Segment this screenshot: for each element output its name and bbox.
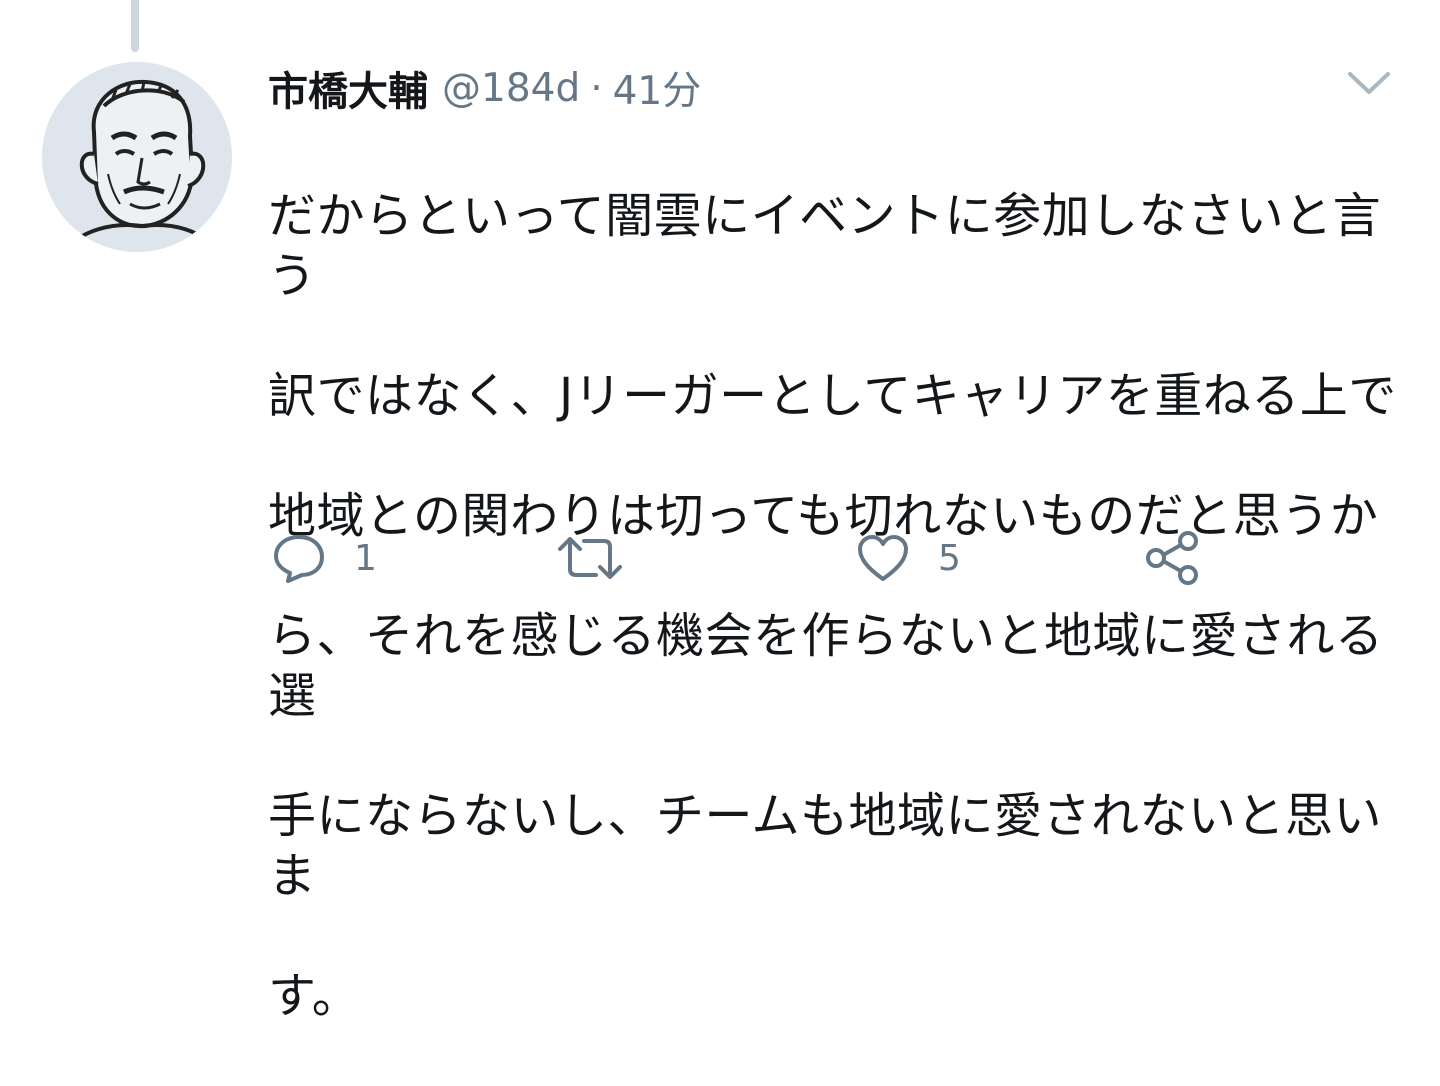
- reply-count: 1: [354, 537, 377, 579]
- tweet-actions-bar: 1 5: [272, 528, 1232, 588]
- tweet-text-line: 手にならないし、チームも地域に愛されないと思いま: [268, 788, 1383, 904]
- tweet-text: だからといって闇雲にイベントに参加しなさいと言う 訳ではなく、Jリーガーとしてキ…: [268, 126, 1408, 1086]
- retweet-icon: [558, 537, 622, 579]
- header-separator: ·: [590, 65, 603, 111]
- author-display-name[interactable]: 市橋大輔: [268, 59, 428, 117]
- thread-connector-line: [131, 0, 139, 52]
- tweet-header: 市橋大輔 @184d · 41分: [268, 58, 701, 118]
- tweet-text-line: ら、それを感じる機会を作らないと地域に愛される選: [268, 608, 1384, 724]
- avatar-sketch-image: [42, 62, 232, 252]
- tweet-text-line: 訳ではなく、Jリーガーとしてキャリアを重ねる上で: [268, 368, 1397, 424]
- tweet-timestamp[interactable]: 41分: [613, 60, 702, 116]
- chevron-down-icon: [1348, 72, 1390, 94]
- author-handle[interactable]: @184d: [442, 66, 580, 111]
- tweet-text-line: だからといって闇雲にイベントに参加しなさいと言う: [268, 188, 1382, 304]
- tweet-text-line: す。: [268, 968, 361, 1024]
- share-icon: [1146, 531, 1198, 585]
- like-button[interactable]: 5: [856, 528, 961, 588]
- like-count: 5: [938, 537, 961, 579]
- avatar[interactable]: [42, 62, 232, 252]
- reply-button[interactable]: 1: [272, 528, 377, 588]
- retweet-button[interactable]: [556, 528, 652, 588]
- tweet-menu-button[interactable]: [1346, 66, 1392, 100]
- heart-icon: [858, 535, 908, 581]
- reply-icon: [274, 535, 324, 583]
- share-button[interactable]: [1144, 528, 1200, 588]
